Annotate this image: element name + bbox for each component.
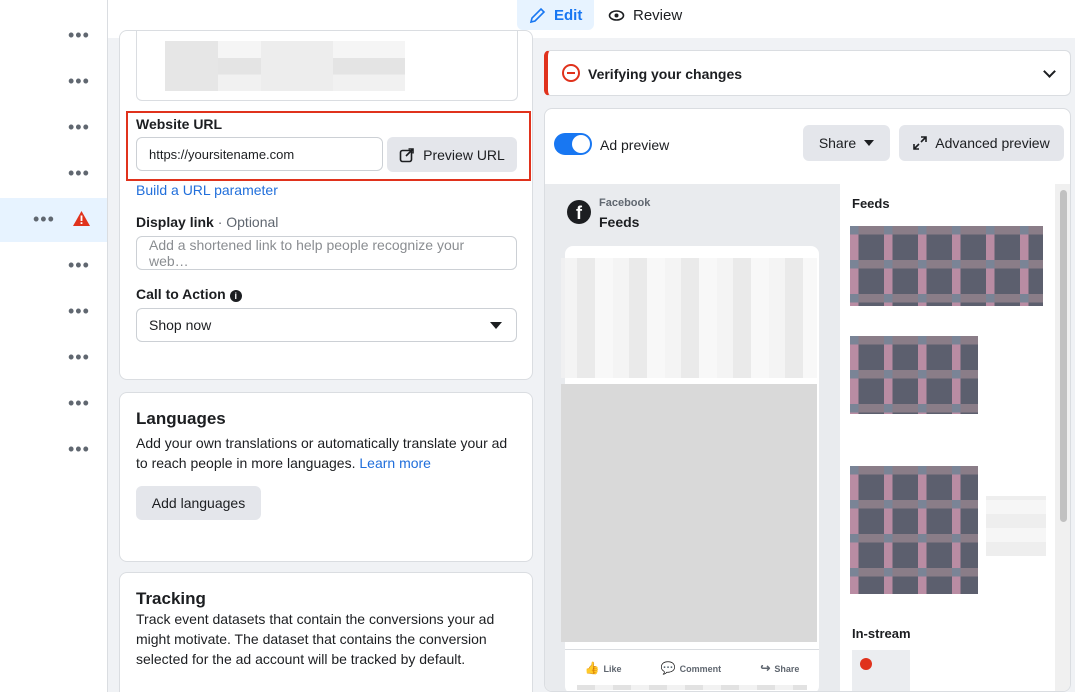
more-options-icon[interactable]: •••	[68, 394, 90, 412]
learn-more-link[interactable]: Learn more	[359, 455, 431, 471]
more-options-icon[interactable]: •••	[68, 118, 90, 136]
placement-thumbnail[interactable]	[986, 496, 1046, 556]
like-icon: 👍	[584, 660, 600, 675]
warning-triangle-icon	[73, 211, 90, 226]
add-languages-button[interactable]: Add languages	[136, 486, 261, 520]
call-to-action-value: Shop now	[149, 317, 212, 333]
eye-icon	[608, 9, 625, 21]
preview-area: f Facebook Feeds 👍 Like 💬 Comment ↪ Share F…	[545, 184, 1070, 691]
ad-image-placeholder	[561, 384, 817, 642]
left-rail: ••• ••• ••• ••• ••• ••• ••• ••• ••• •••	[0, 0, 108, 692]
tab-edit-label: Edit	[554, 6, 583, 24]
share-label: Share	[818, 135, 857, 151]
more-options-icon[interactable]: •••	[68, 348, 90, 366]
tracking-description: Track event datasets that contain the co…	[136, 611, 495, 667]
rail-item[interactable]: •••	[0, 428, 107, 472]
comment-label: Comment	[679, 663, 722, 674]
like-label: Like	[603, 663, 622, 674]
comment-icon: 💬	[660, 660, 676, 675]
error-circle-icon	[562, 64, 580, 82]
placements-scrollbar[interactable]	[1055, 184, 1070, 691]
share-action: ↪ Share	[760, 661, 799, 675]
caret-down-icon	[490, 322, 502, 329]
languages-description-text: Add your own translations or automatical…	[136, 435, 508, 471]
blurred-media	[165, 41, 405, 91]
more-options-icon[interactable]: •••	[68, 72, 90, 90]
preview-url-button[interactable]: Preview URL	[387, 137, 517, 172]
blurred-post-header	[561, 258, 817, 378]
website-url-input[interactable]: https://yoursitename.com	[136, 137, 383, 171]
rail-item[interactable]: •••	[0, 336, 107, 380]
more-options-icon[interactable]: •••	[68, 440, 90, 458]
placement-thumbnail[interactable]	[850, 226, 1043, 306]
languages-title: Languages	[136, 409, 226, 428]
ad-preview-card: Ad preview Share Advanced preview f Face…	[544, 108, 1071, 692]
platform-name: Facebook	[599, 197, 651, 209]
preview-url-label: Preview URL	[423, 146, 505, 163]
optional-tag: · Optional	[213, 214, 279, 230]
instream-thumbnail-with-error-icon[interactable]	[852, 650, 910, 691]
rail-item[interactable]: •••	[0, 106, 107, 150]
pencil-icon	[529, 7, 546, 23]
display-link-label: Display link · Optional	[136, 214, 278, 230]
tab-review[interactable]: Review	[596, 0, 694, 30]
tab-review-label: Review	[633, 6, 683, 24]
facebook-logo-icon: f	[567, 200, 591, 224]
verifying-changes-banner[interactable]: Verifying your changes	[544, 50, 1071, 96]
more-options-icon[interactable]: •••	[33, 210, 55, 228]
verifying-title: Verifying your changes	[588, 66, 743, 82]
more-options-icon[interactable]: •••	[68, 26, 90, 44]
placement-name: Feeds	[599, 214, 640, 230]
more-options-icon[interactable]: •••	[68, 256, 90, 274]
placement-thumbnail[interactable]	[850, 466, 978, 594]
placements-list: Feeds In-stream	[840, 184, 1055, 691]
rail-item[interactable]: •••	[0, 382, 107, 426]
ad-preview-label: Ad preview	[600, 137, 670, 153]
facebook-feed-preview[interactable]: f Facebook Feeds 👍 Like 💬 Comment ↪ Share	[545, 184, 840, 691]
ad-post-mockup	[561, 246, 819, 691]
rail-item[interactable]: •••	[0, 60, 107, 104]
rail-item[interactable]: •••	[0, 152, 107, 196]
share-button[interactable]: Share	[803, 125, 890, 161]
share-arrow-icon: ↪	[760, 660, 771, 675]
expand-icon	[913, 136, 928, 150]
rail-item[interactable]: •••	[0, 244, 107, 288]
caret-down-icon	[864, 140, 875, 146]
rail-item[interactable]: •••	[0, 290, 107, 334]
display-link-input[interactable]: Add a shortened link to help people reco…	[136, 236, 517, 270]
media-preview-box	[136, 31, 518, 101]
external-link-icon	[399, 147, 414, 162]
call-to-action-label-text: Call to Action	[136, 286, 226, 302]
advanced-preview-button[interactable]: Advanced preview	[899, 125, 1064, 161]
call-to-action-select[interactable]: Shop now	[136, 308, 517, 342]
feeds-section-title: Feeds	[852, 196, 890, 211]
chevron-down-icon[interactable]	[1043, 65, 1056, 78]
ad-preview-toggle[interactable]	[554, 133, 592, 155]
build-url-parameter-link[interactable]: Build a URL parameter	[136, 182, 278, 198]
instream-section-title: In-stream	[852, 626, 911, 641]
website-url-label: Website URL	[136, 116, 223, 132]
placement-thumbnail[interactable]	[850, 336, 978, 414]
share-action-label: Share	[774, 663, 800, 674]
rail-item[interactable]: •••	[0, 14, 107, 58]
comment-action: 💬 Comment	[661, 661, 721, 675]
rail-item-active[interactable]: •••	[0, 198, 107, 242]
display-link-label-text: Display link	[136, 214, 214, 230]
languages-description: Add your own translations or automatical…	[136, 433, 521, 473]
call-to-action-label: Call to Action i	[136, 286, 242, 302]
more-options-icon[interactable]: •••	[68, 302, 90, 320]
post-actions: 👍 Like 💬 Comment ↪ Share	[565, 649, 819, 685]
info-icon[interactable]: i	[229, 290, 242, 302]
advanced-preview-label: Advanced preview	[935, 135, 1050, 151]
more-options-icon[interactable]: •••	[68, 164, 90, 182]
tracking-title: Tracking	[136, 589, 206, 608]
like-action: 👍 Like	[585, 661, 622, 675]
tab-edit[interactable]: Edit	[517, 0, 595, 30]
